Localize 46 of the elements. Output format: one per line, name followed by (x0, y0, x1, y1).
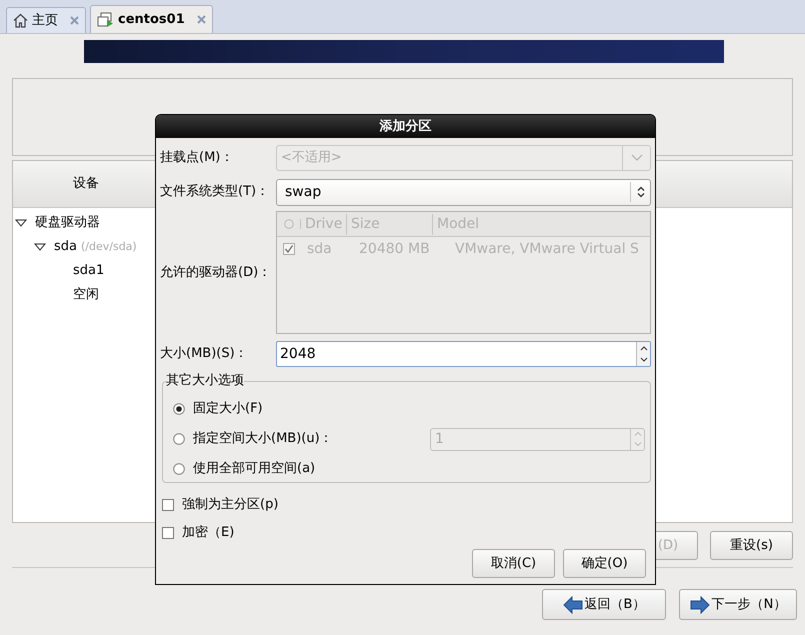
radio-button[interactable] (173, 403, 185, 415)
nav-button[interactable]: 返回（B） (542, 589, 666, 620)
group-label: 其它大小选项 (166, 373, 244, 389)
dialog-title: 添加分区 (380, 118, 432, 136)
right-arrow-icon (690, 596, 710, 614)
dialog-button[interactable]: 取消(C) (472, 549, 555, 578)
checkbox[interactable] (162, 499, 174, 511)
tree-item[interactable]: sda1 (73, 261, 104, 281)
left-arrow-icon (562, 596, 583, 614)
table-cell-text: sda (306, 240, 333, 258)
up-down-icon[interactable] (640, 344, 648, 364)
filesystem-dropdown[interactable]: swap (276, 178, 651, 206)
close-icon[interactable] (196, 15, 206, 24)
tab[interactable]: 主页 (6, 7, 86, 33)
column-header-label: 设备 (73, 175, 99, 194)
tree-item[interactable]: sda (54, 237, 77, 257)
home-icon (13, 13, 28, 28)
size-spinner[interactable]: 2048 (276, 340, 651, 366)
option-label[interactable]: 使用全部可用空间(a) (193, 459, 316, 479)
tree-item[interactable]: 硬盘驱动器 (35, 213, 100, 233)
field-label: 文件系统类型(T)： (160, 183, 270, 202)
up-down-icon (636, 186, 644, 198)
expander-icon[interactable] (15, 219, 27, 227)
close-icon[interactable] (70, 16, 79, 25)
table-cell-text: 20480 MB (359, 240, 431, 258)
nav-button[interactable]: 下一步（N） (679, 589, 797, 620)
radio-button[interactable] (173, 433, 185, 445)
dialog-button[interactable]: 确定(O) (563, 549, 646, 578)
table-cell-text: VMware, VMware Virtual S (455, 240, 639, 258)
option-label[interactable]: 指定空间大小(MB)(u)： (193, 429, 333, 449)
field-label: 大小(MB)(S)： (160, 344, 249, 363)
field-label: 允许的驱动器(D)： (160, 264, 272, 282)
device-path: (/dev/sda) (81, 239, 137, 256)
tab[interactable]: centos01 (90, 5, 213, 33)
checkbox[interactable] (162, 527, 174, 539)
panel-button[interactable]: 重设(s) (710, 531, 793, 560)
checkbox-label[interactable]: 加密（E) (182, 523, 234, 543)
field-label: 挂载点(M)： (160, 149, 234, 168)
option-label[interactable]: 固定大小(F) (193, 399, 263, 419)
tree-item[interactable]: 空闲 (73, 285, 99, 305)
virtual-machine-icon (97, 12, 114, 28)
checkbox-label[interactable]: 強制为主分区(p) (182, 495, 278, 515)
expander-icon[interactable] (34, 243, 46, 251)
radio-button[interactable] (173, 463, 185, 475)
chevron-down-icon (630, 154, 642, 162)
circle-icon (284, 219, 294, 229)
